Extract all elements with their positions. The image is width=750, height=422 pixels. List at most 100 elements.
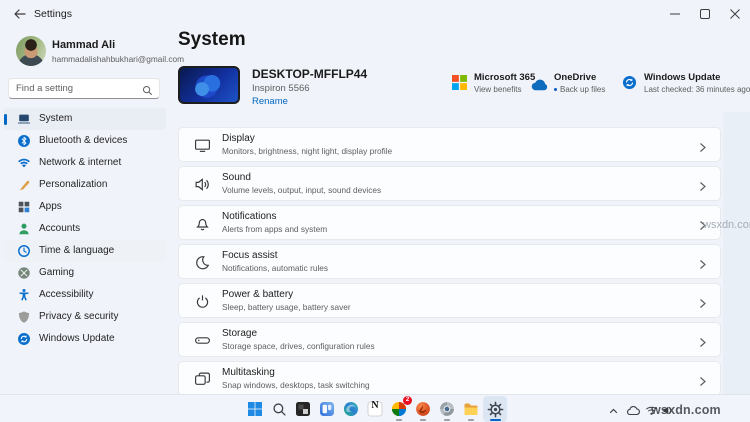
chevron-right-icon [698,374,707,392]
minimize-button[interactable] [660,0,690,28]
page-title: System [178,29,246,50]
settings-row-display[interactable]: Display Monitors, brightness, night ligh… [178,127,721,162]
apps-grid-icon [17,200,31,214]
sidebar-item-label: Windows Update [39,333,115,344]
row-title: Sound [222,172,251,183]
chevron-right-icon [698,257,707,275]
avatar[interactable] [16,36,46,66]
row-subtitle: Volume levels, output, input, sound devi… [222,185,382,195]
quick-link-subtitle: View benefits [474,85,522,94]
settings-row-sound[interactable]: Sound Volume levels, output, input, soun… [178,166,721,201]
device-name: DESKTOP-MFFLP44 [252,67,368,81]
sidebar-item-bluetooth-devices[interactable]: Bluetooth & devices [4,130,166,152]
sidebar-item-accessibility[interactable]: Accessibility [4,284,166,306]
sidebar-item-label: Accounts [39,223,81,234]
laptop-icon [17,112,31,126]
settings-row-multitasking[interactable]: Multitasking Snap windows, desktops, tas… [178,361,721,396]
widgets-button[interactable] [315,396,339,422]
tray-onedrive-cloud-icon[interactable] [626,403,640,421]
sidebar-item-network-internet[interactable]: Network & internet [4,152,166,174]
dark-square-app-icon [296,402,310,416]
orange-app-icon [416,402,430,416]
sidebar-item-label: Accessibility [39,289,94,300]
sidebar-item-label: System [39,113,73,124]
chevron-right-icon [698,296,707,314]
update-arrows-icon [17,332,31,346]
selected-accent-bar [4,113,7,125]
running-indicator [420,419,426,421]
sidebar-item-label: Personalization [39,179,108,190]
sidebar-item-privacy-security[interactable]: Privacy & security [4,306,166,328]
sidebar-nav: System Bluetooth & devices Network & int… [4,108,166,350]
quick-link-subtitle: Last checked: 36 minutes ago [644,85,750,94]
chevron-right-icon [698,335,707,353]
sidebar-item-time-language[interactable]: Time & language [4,240,166,262]
gear-icon [487,401,503,417]
settings-row-focus-assist[interactable]: Focus assist Notifications, automatic ru… [178,244,721,279]
power-icon [194,293,211,310]
bluetooth-icon [17,134,31,148]
windows-logo-icon [248,402,262,416]
sidebar-item-windows-update[interactable]: Windows Update [4,328,166,350]
orange-app-button[interactable] [411,396,435,422]
search-button[interactable] [267,396,291,422]
window-title: Settings [34,8,72,20]
settings-row-storage[interactable]: Storage Storage space, drives, configura… [178,322,721,357]
file-explorer-button[interactable] [459,396,483,422]
search-box[interactable] [8,78,160,99]
brush-icon [17,178,31,192]
rename-link[interactable]: Rename [252,96,288,107]
onedrive-cloud-icon [530,78,549,96]
wifi-icon [17,156,31,170]
sidebar-item-accounts[interactable]: Accounts [4,218,166,240]
back-button[interactable] [10,5,30,23]
speaker-icon [194,176,211,193]
settings-button[interactable] [483,396,507,422]
edge-button[interactable] [339,396,363,422]
sidebar-item-label: Network & internet [39,157,122,168]
notion-button[interactable]: N [363,396,387,422]
sidebar-item-label: Apps [39,201,62,212]
search-input[interactable] [16,79,138,98]
active-running-indicator [489,419,501,421]
row-title: Multitasking [222,367,275,378]
scroll-gutter [723,112,750,394]
gray-browser-icon [440,402,454,416]
tray-chevron-up-icon[interactable] [608,403,619,421]
running-indicator [396,419,402,421]
search-icon [142,83,153,101]
row-title: Power & battery [222,289,294,300]
pinwheel-app-button[interactable]: 2 [387,396,412,422]
windows-update-icon [622,75,637,95]
search-icon [272,402,286,416]
row-title: Focus assist [222,250,278,261]
device-thumbnail [178,66,240,104]
sidebar-item-system[interactable]: System [4,108,166,130]
profile-email: hammadalishahbukhari@gmail.com [52,54,185,64]
start-button[interactable] [243,396,267,422]
sidebar-item-personalization[interactable]: Personalization [4,174,166,196]
microsoft-365-icon [452,75,467,95]
monitor-icon [194,137,211,154]
sidebar-item-gaming[interactable]: Gaming [4,262,166,284]
row-subtitle: Notifications, automatic rules [222,263,329,273]
chevron-right-icon [698,179,707,197]
row-subtitle: Snap windows, desktops, task switching [222,380,370,390]
quick-link-title: Windows Update [644,72,721,83]
moon-icon [194,254,211,271]
settings-list: Display Monitors, brightness, night ligh… [178,127,721,400]
close-button[interactable] [720,0,750,28]
settings-row-notifications[interactable]: Notifications Alerts from apps and syste… [178,205,721,240]
notion-letter: N [371,400,379,411]
maximize-button[interactable] [690,0,720,28]
bell-icon [194,215,211,232]
sidebar-item-apps[interactable]: Apps [4,196,166,218]
sidebar-item-label: Time & language [39,245,115,256]
edge-browser-icon [343,401,359,417]
gray-browser-button[interactable] [435,396,459,422]
settings-row-power-battery[interactable]: Power & battery Sleep, battery usage, ba… [178,283,721,318]
sidebar-item-label: Bluetooth & devices [39,135,128,146]
drive-icon [194,332,211,349]
dark-app-button[interactable] [291,396,315,422]
device-model: Inspiron 5566 [252,83,310,94]
